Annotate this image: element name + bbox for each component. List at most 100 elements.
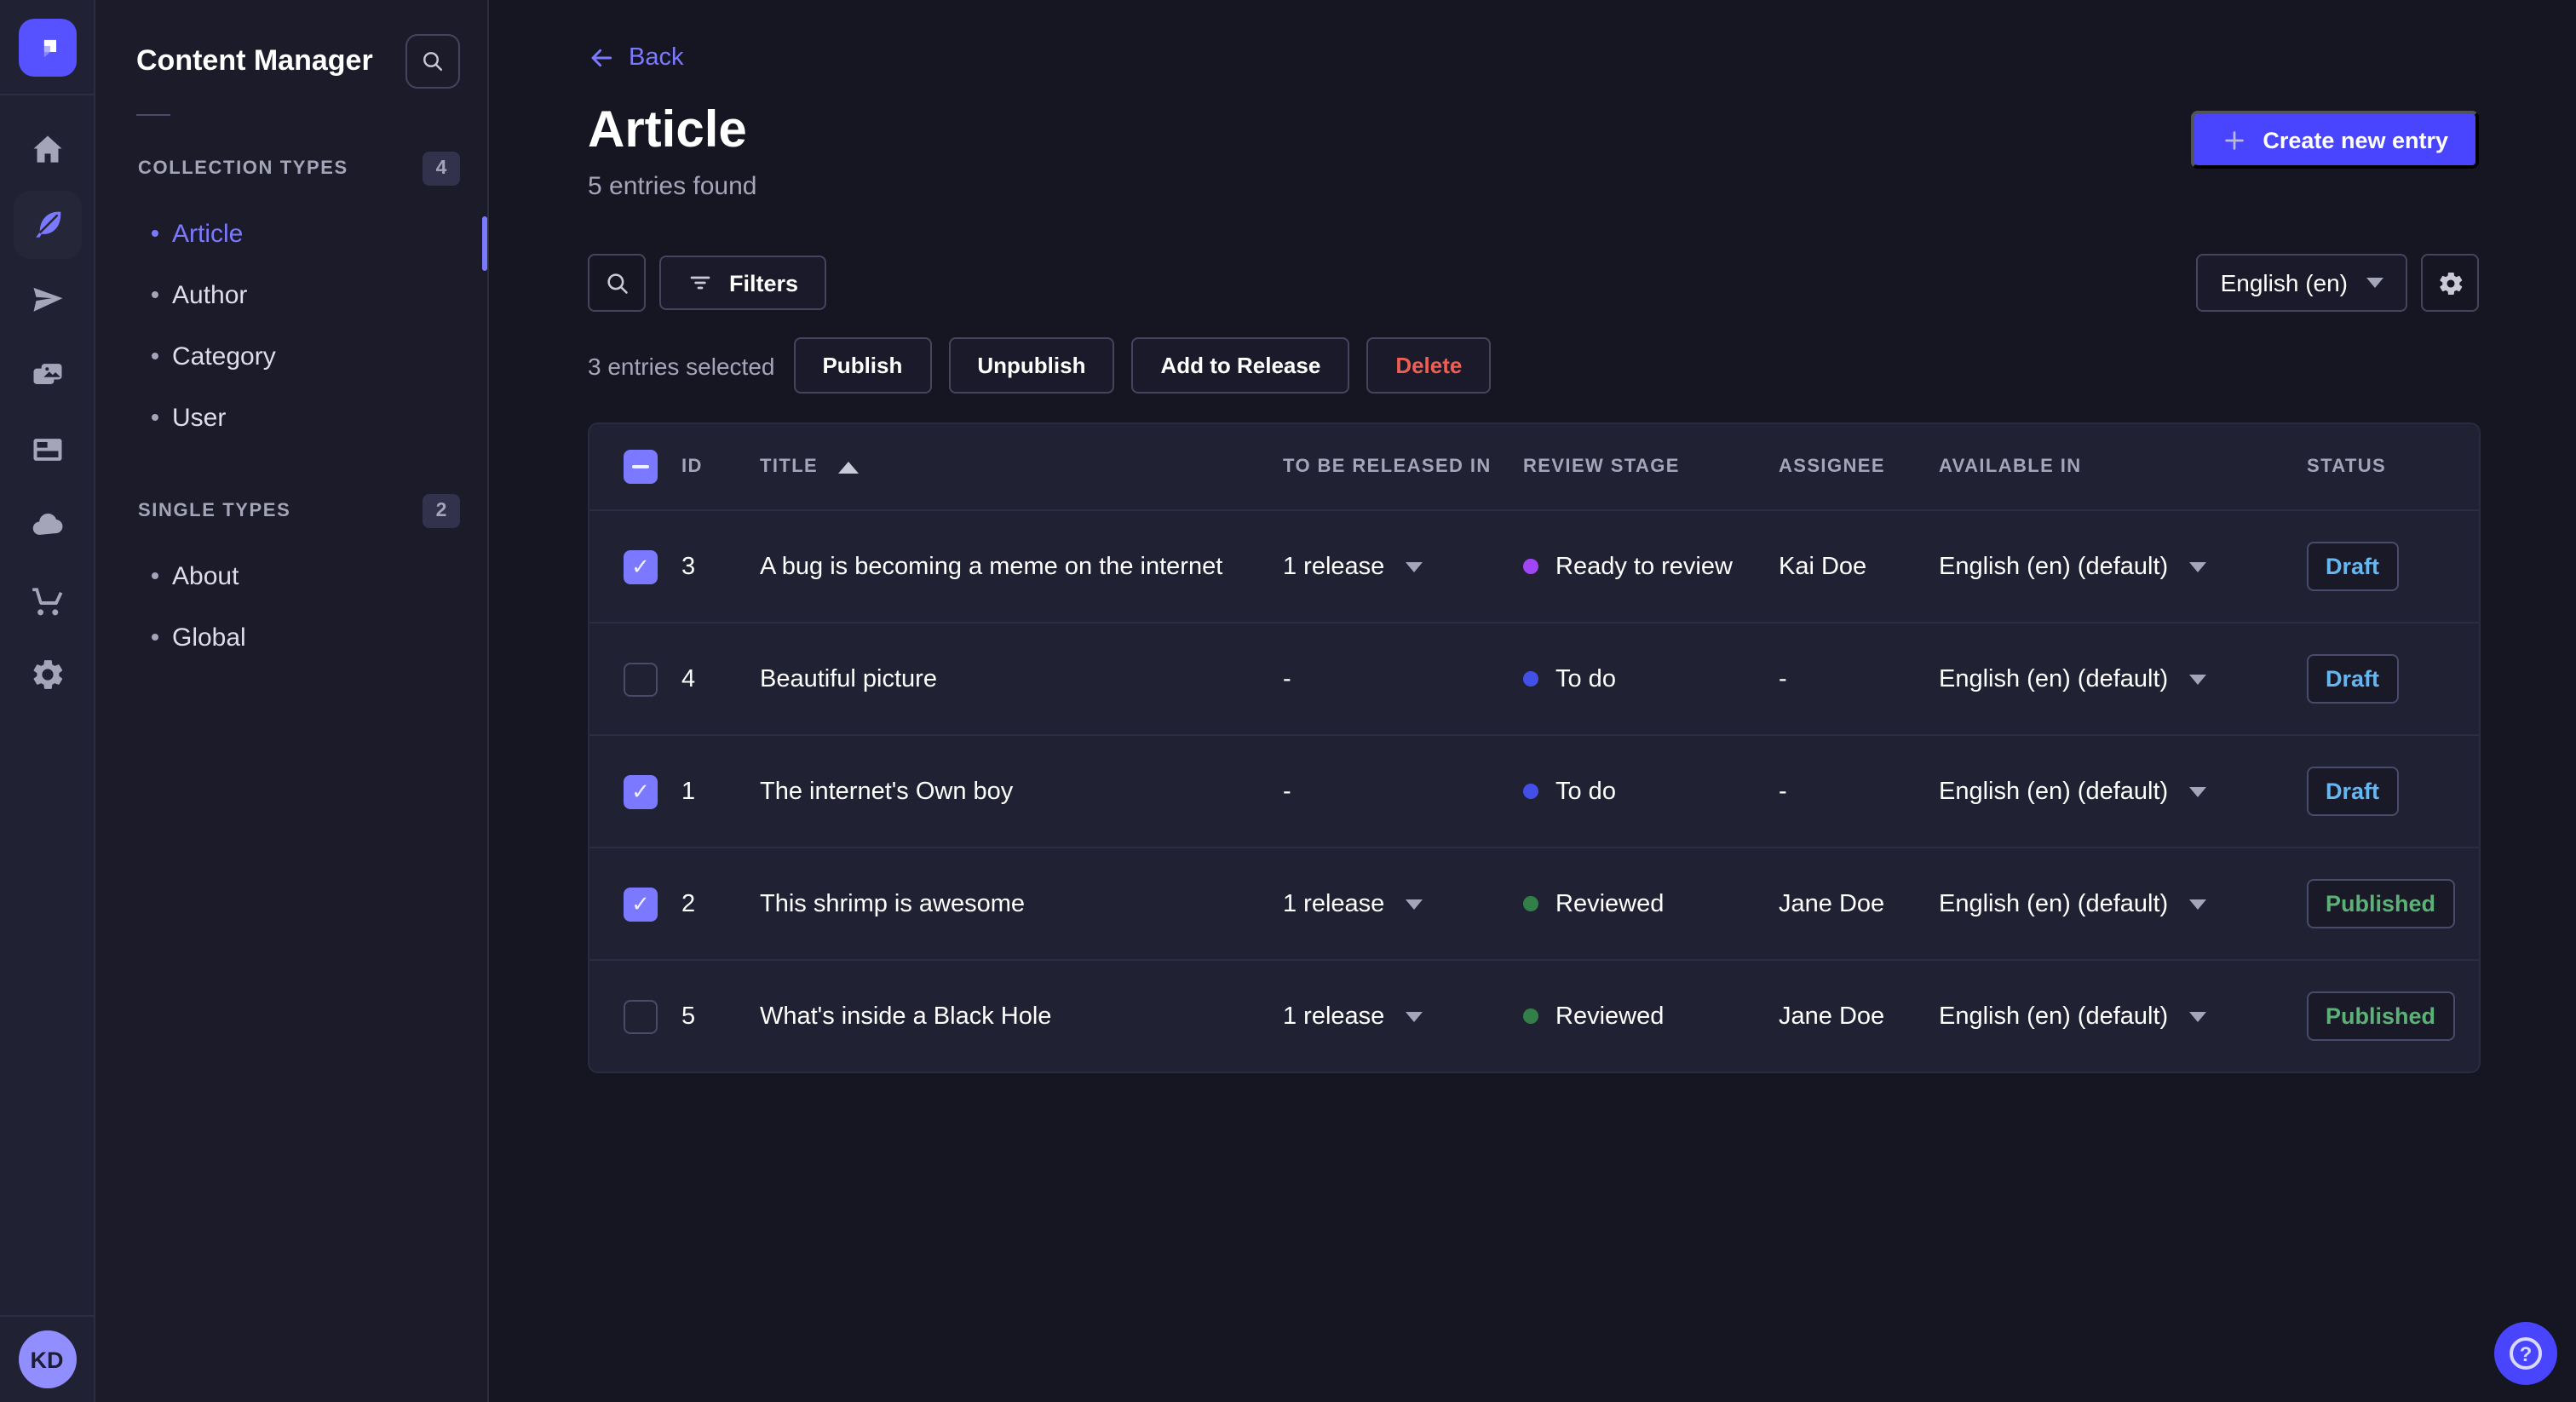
stage-text: Ready to review <box>1555 553 1733 580</box>
bullet-icon <box>152 414 158 421</box>
section-head: SINGLE TYPES 2 <box>95 492 487 530</box>
search-button[interactable] <box>588 254 646 312</box>
column-header-status[interactable]: STATUS <box>2307 457 2479 477</box>
sidebar-item-about[interactable]: About <box>95 545 487 606</box>
cell-available: English (en) (default) <box>1939 890 2307 917</box>
column-header-title[interactable]: TITLE <box>760 457 1283 477</box>
column-header-available[interactable]: AVAILABLE IN <box>1939 457 2307 477</box>
publish-button[interactable]: Publish <box>793 337 932 394</box>
cell-assignee: - <box>1779 665 1787 692</box>
user-avatar[interactable]: KD <box>18 1330 76 1388</box>
add-to-release-button[interactable]: Add to Release <box>1131 337 1350 394</box>
locale-chevron-down-icon[interactable] <box>2188 561 2206 572</box>
sidebar-item-author[interactable]: Author <box>95 264 487 325</box>
sidebar-home-button[interactable] <box>13 116 81 184</box>
nav-icons <box>13 95 81 709</box>
column-header-assignee[interactable]: ASSIGNEE <box>1779 457 1939 477</box>
filters-label: Filters <box>729 270 799 296</box>
cell-status: Published <box>2307 991 2479 1041</box>
cell-available: English (en) (default) <box>1939 553 2307 580</box>
strapi-logo[interactable] <box>18 18 76 76</box>
row-checkbox[interactable] <box>624 549 658 583</box>
locale-chevron-down-icon[interactable] <box>2188 1011 2206 1021</box>
gear-icon <box>32 660 62 689</box>
sidebar-releases-button[interactable] <box>13 266 81 334</box>
subnav-section: SINGLE TYPES 2 About Global <box>95 492 487 668</box>
sidebar-item-category[interactable]: Category <box>95 325 487 387</box>
subnav-header: Content Manager <box>95 0 487 89</box>
cell-id: 5 <box>681 1003 696 1030</box>
chevron-down-icon <box>2366 278 2383 288</box>
cell-status: Draft <box>2307 542 2479 591</box>
row-checkbox[interactable] <box>624 999 658 1033</box>
search-icon <box>423 52 443 72</box>
cell-title: A bug is becoming a meme on the internet <box>760 553 1223 580</box>
nav-item-label: Global <box>172 623 246 652</box>
cell-assignee: - <box>1779 778 1787 805</box>
subnav-sections: COLLECTION TYPES 4 Article Author Catego… <box>95 150 487 668</box>
table-row[interactable]: 4 Beautiful picture - To do - English (e… <box>589 622 2479 734</box>
subnav-search-button[interactable] <box>405 34 460 89</box>
page-header-text: Article 5 entries found <box>588 102 757 201</box>
sidebar-content-manager-button[interactable] <box>13 191 81 259</box>
release-chevron-down-icon[interactable] <box>1405 899 1423 909</box>
cell-stage: To do <box>1523 665 1779 692</box>
stage-dot-icon <box>1523 784 1538 799</box>
sidebar-content-type-builder-button[interactable] <box>13 416 81 484</box>
locale-chevron-down-icon[interactable] <box>2188 786 2206 796</box>
sidebar-media-library-button[interactable] <box>13 341 81 409</box>
cell-release: 1 release <box>1283 1003 1523 1030</box>
locale-chevron-down-icon[interactable] <box>2188 674 2206 684</box>
status-badge: Published <box>2307 879 2455 928</box>
paper-plane-icon <box>32 287 62 312</box>
table-row[interactable]: 3 A bug is becoming a meme on the intern… <box>589 509 2479 622</box>
locale-chevron-down-icon[interactable] <box>2188 899 2206 909</box>
cell-release: 1 release <box>1283 553 1523 580</box>
cell-id: 4 <box>681 665 696 692</box>
toolbar: Filters English (en) <box>588 254 2479 312</box>
cell-status: Draft <box>2307 654 2479 704</box>
row-checkbox[interactable] <box>624 887 658 921</box>
filters-button[interactable]: Filters <box>659 256 826 310</box>
row-checkbox[interactable] <box>624 774 658 808</box>
cell-title: What's inside a Black Hole <box>760 1003 1052 1030</box>
filter-icon <box>690 276 710 290</box>
nav-item-label: Author <box>172 280 248 309</box>
view-settings-button[interactable] <box>2421 254 2479 312</box>
nav-item-label: About <box>172 561 239 590</box>
cell-id: 1 <box>681 778 696 805</box>
create-new-entry-button[interactable]: Create new entry <box>2191 111 2479 169</box>
unpublish-button[interactable]: Unpublish <box>948 337 1115 394</box>
column-header-id[interactable]: ID <box>681 457 760 477</box>
delete-button[interactable]: Delete <box>1366 337 1492 394</box>
sidebar-item-global[interactable]: Global <box>95 606 487 668</box>
logo-cell <box>0 0 95 95</box>
sidebar-item-article[interactable]: Article <box>95 203 487 264</box>
select-all-checkbox[interactable] <box>624 450 658 484</box>
row-checkbox[interactable] <box>624 662 658 696</box>
locale-select[interactable]: English (en) <box>2196 254 2407 312</box>
column-header-stage[interactable]: REVIEW STAGE <box>1523 457 1779 477</box>
sidebar-marketplace-button[interactable] <box>13 566 81 634</box>
release-chevron-down-icon[interactable] <box>1405 1011 1423 1021</box>
table-row[interactable]: 5 What's inside a Black Hole 1 release R… <box>589 959 2479 1072</box>
help-button[interactable]: ? <box>2494 1322 2557 1385</box>
search-icon <box>607 273 627 293</box>
back-link[interactable]: Back <box>588 44 684 72</box>
release-chevron-down-icon[interactable] <box>1405 561 1423 572</box>
back-label: Back <box>629 44 684 72</box>
table-row[interactable]: 2 This shrimp is awesome 1 release Revie… <box>589 847 2479 959</box>
available-text: English (en) (default) <box>1939 665 2169 692</box>
section-count-badge: 2 <box>423 494 460 528</box>
sidebar-settings-button[interactable] <box>13 641 81 709</box>
sidebar-item-user[interactable]: User <box>95 387 487 448</box>
column-header-release[interactable]: TO BE RELEASED IN <box>1283 457 1523 477</box>
section-label: COLLECTION TYPES <box>138 158 348 179</box>
section-label: SINGLE TYPES <box>138 501 291 521</box>
sort-ascending-icon[interactable] <box>838 461 860 473</box>
table-row[interactable]: 1 The internet's Own boy - To do - Engli… <box>589 734 2479 847</box>
status-badge: Published <box>2307 991 2455 1041</box>
pictures-icon <box>32 364 61 384</box>
sidebar-deploy-button[interactable] <box>13 491 81 559</box>
bullet-icon <box>152 230 158 237</box>
